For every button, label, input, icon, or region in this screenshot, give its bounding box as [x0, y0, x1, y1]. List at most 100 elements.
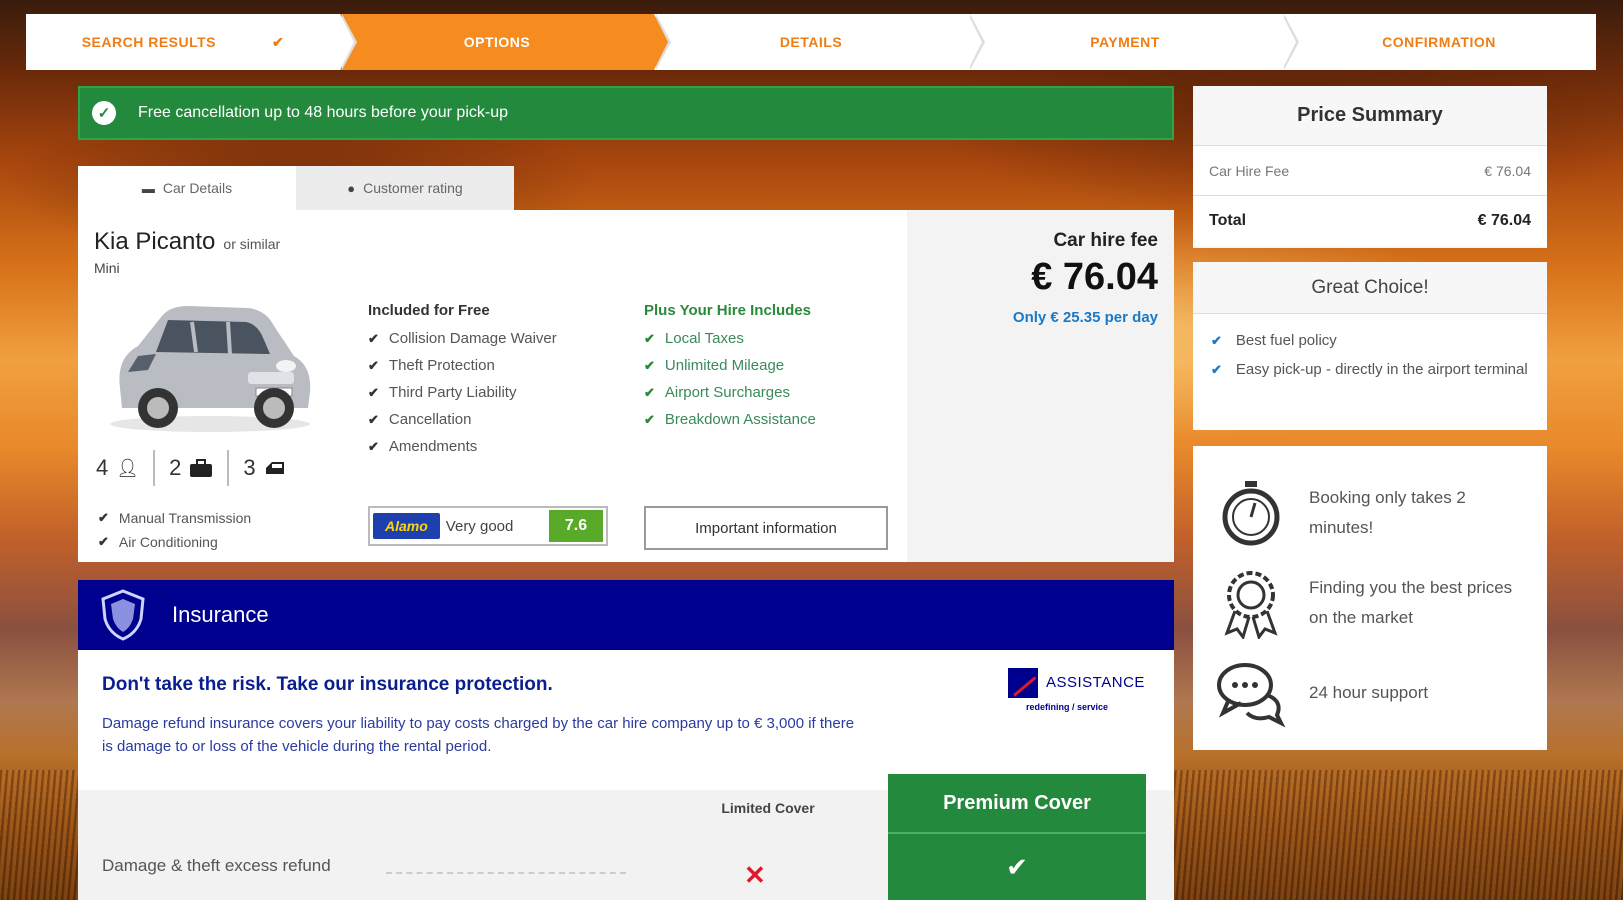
- suitcase-icon: [190, 459, 213, 477]
- list-item: ✔ Unlimited Mileage: [644, 352, 816, 379]
- check-icon: ✔: [644, 411, 655, 427]
- spec-passengers: 4 👤︎: [96, 450, 153, 486]
- check-icon: ✔: [368, 438, 379, 454]
- list-item: ✔ Local Taxes: [644, 325, 816, 352]
- cross-icon: ✕: [744, 860, 766, 890]
- benefit-support: 24 hour support: [1215, 648, 1525, 738]
- check-icon: ✔: [368, 411, 379, 427]
- damage-theft-row-label: Damage & theft excess refund: [102, 856, 331, 875]
- check-icon: ✔: [644, 330, 655, 346]
- list-item: ✔ Breakdown Assistance: [644, 406, 816, 433]
- axa-text: ASSISTANCE: [1046, 674, 1145, 691]
- step-label: OPTIONS: [463, 34, 531, 50]
- step-search-results[interactable]: SEARCH RESULTS ✔: [26, 14, 357, 70]
- list-item: ✔ Third Party Liability: [368, 379, 557, 406]
- car-features: ✔ Manual Transmission ✔ Air Conditioning: [98, 506, 251, 554]
- important-information-button[interactable]: Important information: [644, 506, 888, 550]
- premium-cover-column[interactable]: Premium Cover ✔: [888, 774, 1146, 900]
- car-name: Kia Picanto: [94, 228, 216, 255]
- tab-customer-rating[interactable]: ● Customer rating: [296, 166, 514, 210]
- included-label: Third Party Liability: [388, 384, 517, 401]
- included-for-free: Included for Free ✔ Collision Damage Waiv…: [368, 302, 557, 460]
- plus-hire-includes: Plus Your Hire Includes ✔ Local Taxes ✔ Un…: [644, 302, 816, 433]
- supplier-rating[interactable]: Alamo Very good 7.6: [368, 506, 608, 546]
- car-tabs: ▬ Car Details ● Customer rating: [78, 166, 514, 210]
- axa-mark: [1008, 668, 1038, 698]
- list-item: ✔ Collision Damage Waiver: [368, 325, 557, 352]
- car-specs: 4 👤︎ 2 3: [96, 450, 300, 486]
- check-circle-icon: ✓: [92, 101, 116, 125]
- plus-label: Breakdown Assistance: [664, 411, 816, 428]
- passengers-count: 4: [96, 455, 109, 480]
- list-item: ✔ Amendments: [368, 433, 557, 460]
- list-item: ✔ Manual Transmission: [98, 506, 251, 530]
- fee-amount: € 76.04: [1031, 256, 1158, 298]
- step-label: PAYMENT: [1090, 34, 1160, 50]
- doors-count: 3: [243, 455, 256, 480]
- spec-bags: 2: [153, 450, 227, 486]
- step-label: SEARCH RESULTS: [81, 34, 217, 50]
- rating-score: 7.6: [549, 510, 603, 542]
- shield-icon: [101, 589, 145, 641]
- car-price-panel: Car hire fee € 76.04 Only € 25.35 per da…: [907, 210, 1174, 562]
- check-icon: ✔: [644, 384, 655, 400]
- plus-label: Airport Surcharges: [664, 384, 790, 401]
- fee-label: Car hire fee: [1053, 230, 1158, 251]
- total-row: Total € 76.04: [1193, 196, 1547, 246]
- check-icon: ✔: [644, 357, 655, 373]
- benefit-best-prices: Finding you the best prices on the marke…: [1215, 558, 1525, 648]
- plus-title: Plus Your Hire Includes: [644, 302, 811, 319]
- step-label: CONFIRMATION: [1382, 34, 1496, 50]
- insurance-header: Insurance: [78, 580, 1174, 650]
- benefit-label: Finding you the best prices on the marke…: [1309, 578, 1513, 627]
- choice-label: Best fuel policy: [1235, 332, 1337, 349]
- car-name-row: Kia Picanto or similar: [94, 228, 280, 256]
- check-icon: ✔: [1006, 852, 1028, 882]
- check-icon: ✔: [1211, 333, 1222, 348]
- benefits-panel: Booking only takes 2 minutes! Finding yo…: [1193, 446, 1547, 750]
- supplier-logo: Alamo: [373, 513, 440, 539]
- included-label: Collision Damage Waiver: [388, 330, 557, 347]
- included-label: Cancellation: [388, 411, 472, 428]
- price-summary-title: Price Summary: [1193, 86, 1547, 146]
- total-label: Total: [1209, 212, 1247, 229]
- check-icon: ✔: [368, 384, 379, 400]
- great-choice-title: Great Choice!: [1193, 262, 1547, 314]
- check-icon: ✔: [98, 510, 109, 525]
- step-confirmation: CONFIRMATION: [1282, 14, 1596, 70]
- included-title: Included for Free: [368, 302, 490, 319]
- car-icon: ▬: [141, 180, 155, 196]
- benefit-label: 24 hour support: [1309, 683, 1429, 702]
- list-item: ✔ Cancellation: [368, 406, 557, 433]
- car-image: [110, 306, 311, 432]
- benefit-label: Booking only takes 2 minutes!: [1309, 488, 1466, 537]
- premium-cover-label: Premium Cover: [888, 774, 1146, 834]
- car-hire-fee-row: Car Hire Fee € 76.04: [1193, 146, 1547, 196]
- bags-count: 2: [169, 455, 182, 480]
- total-value: € 76.04: [1477, 212, 1531, 229]
- speech-bubble-icon: ●: [347, 180, 356, 196]
- row-divider: [386, 872, 626, 874]
- axa-subtext: redefining / service: [1026, 702, 1109, 712]
- check-icon: ✔: [98, 534, 109, 549]
- limited-cover-label: Limited Cover: [721, 800, 815, 816]
- plus-label: Unlimited Mileage: [664, 357, 785, 374]
- person-icon: 👤︎: [116, 457, 140, 478]
- tab-car-details[interactable]: ▬ Car Details: [78, 166, 296, 210]
- banner-text: Free cancellation up to 48 hours before …: [138, 104, 508, 121]
- list-item: ✔ Air Conditioning: [98, 530, 251, 554]
- list-item: ✔ Theft Protection: [368, 352, 557, 379]
- car-card: Kia Picanto or similar Mini 4 👤︎ 2 3 ✔ M…: [78, 210, 1174, 562]
- stopwatch-icon: [1222, 481, 1280, 546]
- insurance-title: Don't take the risk. Take our insurance …: [102, 674, 553, 695]
- feature-label: Manual Transmission: [118, 510, 252, 526]
- car-door-icon: [265, 462, 284, 474]
- fee-row-label: Car Hire Fee: [1209, 162, 1290, 179]
- fee-row-value: € 76.04: [1484, 162, 1531, 179]
- feature-label: Air Conditioning: [118, 534, 218, 550]
- rating-label: Very good: [445, 517, 514, 535]
- booking-steps: SEARCH RESULTS ✔ OPTIONS DETAILS PAYMENT…: [26, 14, 1596, 70]
- tab-label: Car Details: [162, 180, 233, 196]
- included-label: Theft Protection: [388, 357, 495, 374]
- price-summary: Price Summary Car Hire Fee € 76.04 Total…: [1193, 86, 1547, 248]
